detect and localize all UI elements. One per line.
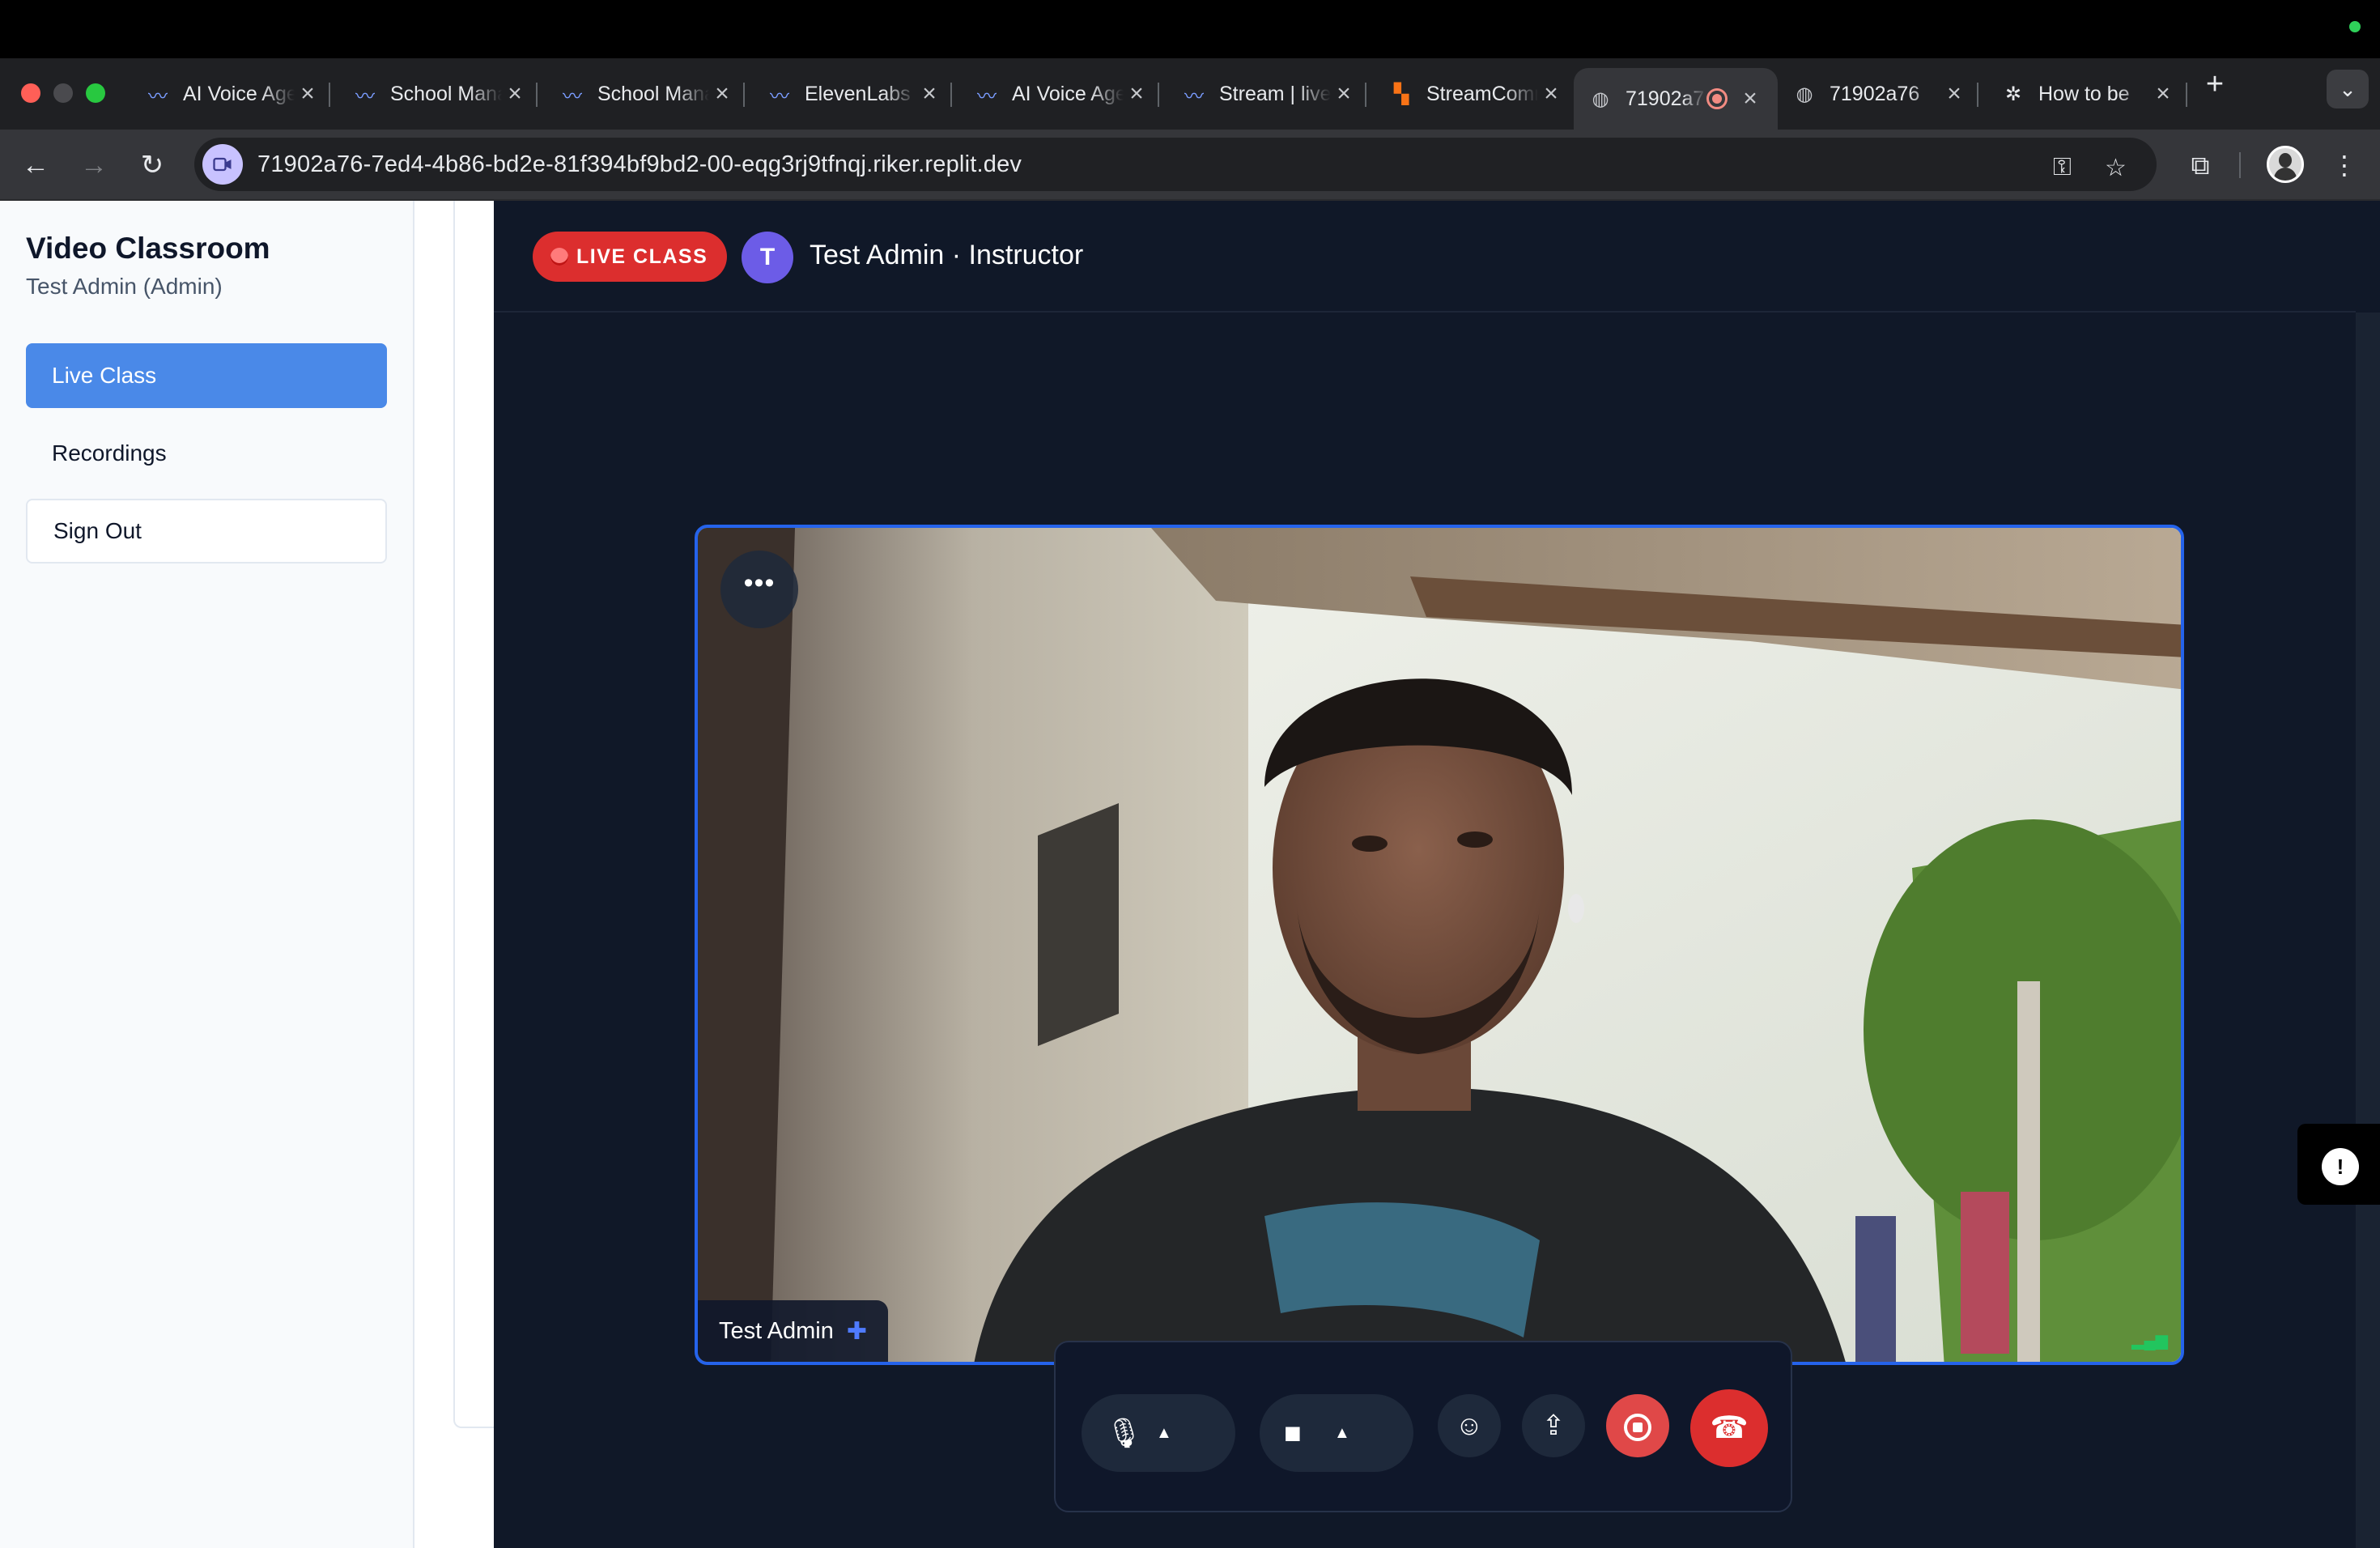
replit-wave-icon: 〰 <box>355 85 375 108</box>
extensions-icon[interactable]: ⧉ <box>2181 146 2220 185</box>
globe-icon: ◍ <box>1796 83 1813 105</box>
zoom-window-button[interactable] <box>86 83 105 103</box>
browser-tab[interactable]: 〰 School Management × <box>338 68 542 120</box>
live-dot-icon <box>550 248 568 266</box>
reactions-button[interactable]: ☺ <box>1438 1394 1501 1457</box>
replit-wave-icon: 〰 <box>770 85 789 108</box>
video-call-area: LIVE CLASS T Test Admin · Instructor •••… <box>494 201 2380 1548</box>
close-icon[interactable]: × <box>1941 80 1967 108</box>
camera-toggle[interactable]: ■ ▲ <box>1260 1394 1413 1472</box>
sign-out-button[interactable]: Sign Out <box>26 499 387 563</box>
pinwheel-icon: ✲ <box>2004 83 2022 105</box>
close-icon[interactable]: × <box>295 80 321 108</box>
scrollbar[interactable] <box>2356 313 2380 1548</box>
feedback-widget[interactable]: ! <box>2297 1124 2380 1205</box>
url-text[interactable]: 71902a76-7ed4-4b86-bd2e-81f394bf9bd2-00-… <box>257 151 1022 178</box>
camera-icon: ■ <box>1284 1416 1302 1449</box>
call-controls-bar: 🎙︎ ▲ ■ ▲ ☺ ⇪ ☎ <box>1054 1341 1792 1512</box>
sidebar: Video Classroom Test Admin (Admin) Live … <box>0 201 414 1548</box>
app-viewport: Video Classroom Test Admin (Admin) Live … <box>0 201 2380 1548</box>
browser-tab[interactable]: 〰 AI Voice Agent × <box>960 68 1164 120</box>
streamco-icon: ▚ <box>1393 83 1409 105</box>
host-label: Test Admin · Instructor <box>810 240 1084 270</box>
browser-tab-active[interactable]: ◍ 71902a76 × <box>1574 68 1778 130</box>
replit-wave-icon: 〰 <box>148 85 168 108</box>
leave-call-button[interactable]: ☎ <box>1690 1389 1768 1467</box>
bookmark-star-icon[interactable]: ☆ <box>2105 154 2127 182</box>
browser-tab[interactable]: 〰 ElevenLabs × <box>753 68 957 120</box>
close-icon[interactable]: × <box>502 80 528 108</box>
card-edge <box>453 201 494 1428</box>
stop-recording-button[interactable] <box>1606 1394 1669 1457</box>
camera-feed-image <box>698 528 2181 1362</box>
key-icon[interactable]: ⚿ <box>2053 154 2072 181</box>
close-icon[interactable]: × <box>1737 85 1763 113</box>
tile-options-button[interactable]: ••• <box>720 551 798 628</box>
stop-record-icon <box>1624 1414 1651 1441</box>
close-window-button[interactable] <box>21 83 40 103</box>
user-role: Test Admin (Admin) <box>26 274 223 299</box>
browser-tab[interactable]: 〰 School Management × <box>546 68 750 120</box>
connection-quality-icon: ▂▄▆ <box>2131 1332 2168 1350</box>
microphone-icon: 🎙︎ <box>1106 1416 1143 1449</box>
screen-share-button[interactable]: ⇪ <box>1522 1394 1585 1457</box>
browser-tab[interactable]: ▚ StreamCommunity × <box>1375 68 1579 120</box>
browser-tab[interactable]: 〰 Stream | live × <box>1167 68 1371 120</box>
browser-tab[interactable]: ✲ How to be × <box>1987 68 2191 120</box>
participant-video-tile[interactable]: ••• Test Admin ✚ ▂▄▆ <box>695 525 2184 1365</box>
close-icon[interactable]: × <box>1538 80 1564 108</box>
minimize-window-button[interactable] <box>53 83 73 103</box>
microphone-toggle[interactable]: 🎙︎ ▲ <box>1082 1394 1235 1472</box>
profile-avatar[interactable] <box>2267 146 2304 183</box>
camera-options-caret-icon[interactable]: ▲ <box>1334 1424 1350 1443</box>
tab-search-button[interactable]: ⌄ <box>2327 70 2369 108</box>
recording-icon <box>1706 88 1728 109</box>
tab-strip: 〰 AI Voice Agent × 〰 School Management ×… <box>0 58 2380 130</box>
menu-bar <box>0 0 2380 58</box>
replit-wave-icon: 〰 <box>563 85 582 108</box>
new-tab-button[interactable]: + <box>2199 68 2231 100</box>
chat-bubble-icon: ! <box>2322 1148 2359 1185</box>
reload-button[interactable]: ↻ <box>133 146 172 185</box>
app-title: Video Classroom <box>26 232 270 265</box>
site-info-icon[interactable] <box>202 144 243 185</box>
sidebar-item-recordings[interactable]: Recordings <box>26 421 387 486</box>
back-button[interactable]: ← <box>16 146 55 185</box>
replit-wave-icon: 〰 <box>1184 85 1204 108</box>
call-header: LIVE CLASS T Test Admin · Instructor <box>494 201 2356 313</box>
status-dot <box>2349 21 2361 32</box>
browser-tab[interactable]: 〰 AI Voice Agent × <box>131 68 335 120</box>
forward-button[interactable]: → <box>74 146 113 185</box>
pin-icon[interactable]: ✚ <box>847 1317 867 1346</box>
browser-tab[interactable]: ◍ 71902a76 × <box>1778 68 1982 120</box>
browser-toolbar: ← → ↻ 71902a76-7ed4-4b86-bd2e-81f394bf9b… <box>0 130 2380 201</box>
globe-icon: ◍ <box>1592 87 1609 110</box>
replit-wave-icon: 〰 <box>977 85 997 108</box>
menu-kebab-icon[interactable]: ⋮ <box>2325 146 2364 185</box>
mic-options-caret-icon[interactable]: ▲ <box>1156 1424 1172 1443</box>
live-class-badge: LIVE CLASS <box>533 232 728 282</box>
close-icon[interactable]: × <box>1124 80 1150 108</box>
host-avatar: T <box>742 232 793 283</box>
participant-name-tag: Test Admin ✚ <box>698 1300 888 1362</box>
close-icon[interactable]: × <box>1331 80 1357 108</box>
close-icon[interactable]: × <box>2150 80 2176 108</box>
address-bar[interactable]: 71902a76-7ed4-4b86-bd2e-81f394bf9bd2-00-… <box>194 138 2157 191</box>
close-icon[interactable]: × <box>916 80 942 108</box>
close-icon[interactable]: × <box>709 80 735 108</box>
sidebar-item-live-class[interactable]: Live Class <box>26 343 387 408</box>
